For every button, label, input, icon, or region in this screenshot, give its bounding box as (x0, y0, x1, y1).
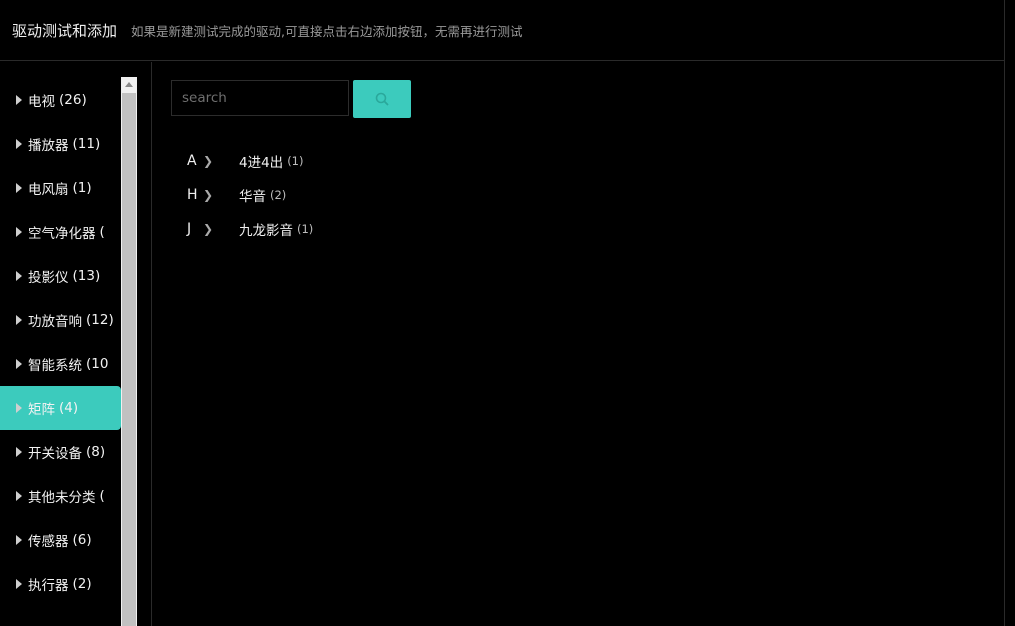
category-item-tv[interactable]: 电视 (26) (0, 78, 121, 122)
sidebar-scrollbar[interactable] (121, 77, 137, 626)
category-item-matrix[interactable]: 矩阵 (4) (0, 386, 121, 430)
category-count: (1) (72, 180, 92, 196)
expand-arrow-icon (16, 227, 22, 237)
brand-name[interactable]: 4进4出 (239, 151, 283, 171)
brand-name[interactable]: 华音 (239, 185, 266, 205)
category-label: 矩阵 (28, 402, 55, 418)
category-item-sensor[interactable]: 传感器 (6) (0, 518, 121, 562)
brand-name[interactable]: 九龙影音 (239, 219, 293, 239)
category-label: 电风扇 (28, 182, 69, 198)
expand-arrow-icon (16, 315, 22, 325)
category-item-smart-system[interactable]: 智能系统 (10 (0, 342, 121, 386)
brand-row[interactable]: A ❯ 4进4出 (1) (187, 144, 313, 178)
category-item-uncategorized[interactable]: 其他未分类( (0, 474, 121, 518)
category-count: (8) (86, 444, 106, 460)
expand-arrow-icon (16, 447, 22, 457)
main-panel: A ❯ 4进4出 (1) H ❯ 华音 (2) J ❯ 九龙影音 (1) (153, 62, 1004, 626)
brand-letter: A (187, 153, 197, 169)
category-count: (4) (59, 400, 79, 416)
category-label: 投影仪 (28, 270, 69, 286)
brand-row[interactable]: J ❯ 九龙影音 (1) (187, 212, 313, 246)
category-label: 功放音响 (28, 314, 82, 330)
brand-list: A ❯ 4进4出 (1) H ❯ 华音 (2) J ❯ 九龙影音 (1) (187, 144, 313, 246)
scrollbar-thumb[interactable] (122, 93, 136, 626)
category-item-air-purifier[interactable]: 空气净化器( (0, 210, 121, 254)
category-count: ( (99, 224, 105, 240)
category-label: 开关设备 (28, 446, 82, 462)
category-label: 电视 (28, 94, 55, 110)
expand-arrow-icon (16, 95, 22, 105)
scroll-up-arrow-icon[interactable] (125, 82, 133, 87)
category-item-fan[interactable]: 电风扇 (1) (0, 166, 121, 210)
chevron-right-icon: ❯ (203, 188, 214, 202)
category-item-projector[interactable]: 投影仪 (13) (0, 254, 121, 298)
category-label: 执行器 (28, 578, 69, 594)
category-sidebar: 电视 (26) 播放器 (11) 电风扇 (1) 空气净化器( 投影仪 (13) 功放音… (0, 62, 152, 626)
category-count: ( (99, 488, 105, 504)
category-list: 电视 (26) 播放器 (11) 电风扇 (1) 空气净化器( 投影仪 (13) 功放音… (0, 78, 121, 606)
chevron-right-icon: ❯ (203, 222, 214, 236)
expand-arrow-icon (16, 491, 22, 501)
brand-row[interactable]: H ❯ 华音 (2) (187, 178, 313, 212)
category-count: (13) (72, 268, 101, 284)
category-count: (10 (86, 356, 109, 372)
brand-count: (2) (270, 188, 287, 202)
expand-arrow-icon (16, 359, 22, 369)
category-item-player[interactable]: 播放器 (11) (0, 122, 121, 166)
expand-arrow-icon (16, 183, 22, 193)
header-bar: 驱动测试和添加 如果是新建测试完成的驱动,可直接点击右边添加按钮，无需再进行测试 (0, 0, 1005, 61)
chevron-right-icon: ❯ (203, 154, 214, 168)
category-count: (26) (59, 92, 87, 108)
search-input[interactable] (171, 80, 349, 116)
driver-window: 驱动测试和添加 如果是新建测试完成的驱动,可直接点击右边添加按钮，无需再进行测试… (0, 0, 1005, 626)
category-count: (11) (72, 136, 101, 152)
brand-count: (1) (297, 222, 314, 236)
page-title: 驱动测试和添加 (12, 21, 118, 40)
expand-arrow-icon (16, 139, 22, 149)
category-item-actuator[interactable]: 执行器 (2) (0, 562, 121, 606)
category-count: (2) (72, 576, 92, 592)
category-item-switch-device[interactable]: 开关设备 (8) (0, 430, 121, 474)
expand-arrow-icon (16, 271, 22, 281)
page-subtitle: 如果是新建测试完成的驱动,可直接点击右边添加按钮，无需再进行测试 (131, 23, 523, 39)
expand-arrow-icon (16, 403, 22, 413)
search-button[interactable] (353, 80, 411, 118)
category-label: 智能系统 (28, 358, 82, 374)
expand-arrow-icon (16, 535, 22, 545)
category-label: 其他未分类 (28, 490, 96, 506)
brand-count: (1) (287, 154, 304, 168)
category-label: 传感器 (28, 534, 69, 550)
search-icon (375, 92, 389, 106)
brand-letter: J (187, 221, 192, 237)
category-label: 空气净化器 (28, 226, 96, 242)
brand-letter: H (187, 187, 198, 203)
category-item-amplifier[interactable]: 功放音响 (12) (0, 298, 121, 342)
category-label: 播放器 (28, 138, 69, 154)
category-count: (12) (86, 312, 114, 328)
category-count: (6) (72, 532, 92, 548)
expand-arrow-icon (16, 579, 22, 589)
